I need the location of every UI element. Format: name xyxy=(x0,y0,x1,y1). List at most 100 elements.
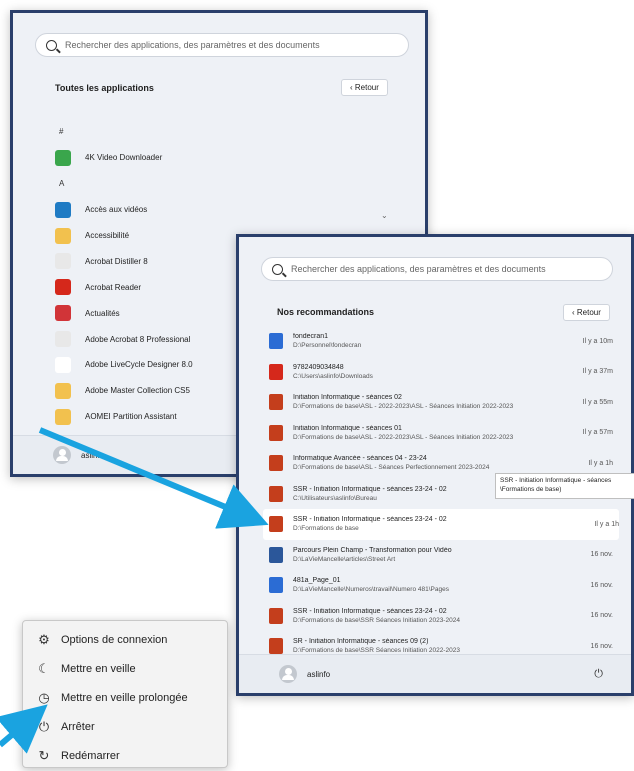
acrobat-reader-icon xyxy=(55,279,71,296)
app-label: 4K Video Downloader xyxy=(85,153,163,163)
file-path: D:\Personnel\fondecran xyxy=(293,342,362,350)
file-name: 9782409034848 xyxy=(293,363,344,371)
file-name: SSR - Initiation Informatique - séances … xyxy=(293,607,447,615)
back-button[interactable]: ‹ Retour xyxy=(341,79,388,96)
file-name: fondecran1 xyxy=(293,333,329,341)
app-item[interactable]: Accès aux vidéos xyxy=(55,197,415,223)
power-menu-list: ⚙ Options de connexion ☾ Mettre en veille ◷ M… xyxy=(23,621,227,770)
power-menu-item[interactable]: ☾ Mettre en veille xyxy=(23,654,227,683)
gear-icon: ⚙ xyxy=(38,631,50,647)
search-box[interactable]: Rechercher des applications, des paramèt… xyxy=(35,33,409,57)
file-path: D:\LaVieMancelle\articles\Street Art xyxy=(293,555,396,563)
recommendation-item[interactable]: SSR - Initiation Informatique - séances … xyxy=(263,509,619,540)
tooltip-line: \Formations de base) xyxy=(500,485,562,493)
word-file-icon xyxy=(269,546,283,563)
recommendation-item[interactable]: Parcours Plein Champ - Transformation po… xyxy=(269,540,613,571)
file-time: 16 nov. xyxy=(590,612,613,620)
file-time: Il y a 1h xyxy=(594,520,619,528)
file-time: Il y a 55m xyxy=(582,398,613,406)
folder-icon xyxy=(55,227,71,244)
powerpoint-file-icon xyxy=(269,638,283,655)
start-menu-recommendations: Rechercher des applications, des paramèt… xyxy=(236,234,634,696)
app-label: Actualités xyxy=(85,308,120,318)
recommendation-item[interactable]: 9782409034848 C:\Users\aslinfo\Downloads I… xyxy=(269,357,613,388)
file-name: SR - Initiation Informatique - séances 0… xyxy=(293,638,429,646)
recommendation-text: 9782409034848 C:\Users\aslinfo\Downloads xyxy=(293,364,563,380)
back-button[interactable]: ‹ Retour xyxy=(563,304,610,321)
app-item[interactable]: 4K Video Downloader xyxy=(55,145,415,171)
power-menu-label: Mettre en veille xyxy=(61,662,136,675)
folder-icon xyxy=(55,382,71,399)
avatar[interactable] xyxy=(279,665,297,683)
4k-video-downloader-icon xyxy=(55,149,71,166)
file-name: Parcours Plein Champ - Transformation po… xyxy=(293,546,452,554)
recommendation-item[interactable]: SSR - Initiation Informatique - séances … xyxy=(269,601,613,632)
recommendation-item[interactable]: Initiation Informatique - séances 02 D:\F… xyxy=(269,387,613,418)
recommendation-item[interactable]: Initiation Informatique - séances 01 D:\F… xyxy=(269,418,613,449)
search-placeholder: Rechercher des applications, des paramèt… xyxy=(65,40,320,50)
file-time: Il y a 57m xyxy=(582,429,613,437)
recommendation-text: 481a_Page_01 D:\LaVieMancelle\Numeros\tra… xyxy=(293,577,563,593)
app-label: Acrobat Distiller 8 xyxy=(85,256,148,266)
app-label: Acrobat Reader xyxy=(85,282,142,292)
app-label: Adobe LiveCycle Designer 8.0 xyxy=(85,360,193,370)
powerpoint-file-icon xyxy=(269,394,283,411)
recommendation-text: SSR - Initiation Informatique - séances … xyxy=(293,608,563,624)
letter-header[interactable]: # xyxy=(55,119,415,145)
file-time: Il y a 1h xyxy=(588,459,613,467)
letter-header[interactable]: A xyxy=(55,171,415,197)
powerpoint-file-icon xyxy=(269,607,283,624)
image-file-icon xyxy=(269,333,283,350)
file-path: D:\Formations de base\ASL - 2022-2023\AS… xyxy=(293,433,514,441)
file-path: D:\Formations de base\ASL - 2022-2023\AS… xyxy=(293,403,514,411)
file-name: Initiation Informatique - séances 01 xyxy=(293,424,402,432)
file-time: Il y a 10m xyxy=(582,337,613,345)
file-name: SSR - Initiation Informatique - séances … xyxy=(293,516,447,524)
power-menu-item[interactable]: ↻ Redémarrer xyxy=(23,741,227,770)
file-name: Informatique Avancée - séances 04 - 23-2… xyxy=(293,455,427,463)
user-name[interactable]: aslinfo xyxy=(307,670,330,679)
file-path: D:\Formations de base\SSR Séances Initia… xyxy=(293,616,460,624)
file-path: D:\LaVieMancelle\Numeros\travail\Numero … xyxy=(293,586,449,594)
power-menu: ⚙ Options de connexion ☾ Mettre en veille ◷ M… xyxy=(22,620,228,768)
pdf-file-icon xyxy=(269,363,283,380)
moon-icon: ☾ xyxy=(38,660,50,676)
powerpoint-file-icon xyxy=(269,516,283,533)
app-label: Accès aux vidéos xyxy=(85,205,148,215)
recommendation-text: SSR - Initiation Informatique - séances … xyxy=(293,516,569,532)
scroll-chevron-icon[interactable]: ⌄ xyxy=(381,211,388,220)
file-path: D:\Formations de base xyxy=(293,525,359,533)
recommendation-item[interactable]: 481a_Page_01 D:\LaVieMancelle\Numeros\tra… xyxy=(269,570,613,601)
power-menu-item[interactable]: ⚙ Options de connexion xyxy=(23,625,227,654)
power-menu-item[interactable]: ◷ Mettre en veille prolongée xyxy=(23,683,227,712)
search-icon xyxy=(272,263,283,275)
recommendation-text: Initiation Informatique - séances 01 D:\F… xyxy=(293,425,563,441)
tooltip: SSR - Initiation Informatique - séances … xyxy=(495,473,634,499)
file-name: 481a_Page_01 xyxy=(293,577,341,585)
avatar[interactable] xyxy=(53,446,71,464)
file-path: C:\Users\aslinfo\Downloads xyxy=(293,372,373,380)
powerpoint-file-icon xyxy=(269,455,283,472)
power-menu-label: Redémarrer xyxy=(61,749,120,762)
recommendation-text: SR - Initiation Informatique - séances 0… xyxy=(293,638,563,654)
file-time: 16 nov. xyxy=(590,581,613,589)
power-icon[interactable]: ⏻ xyxy=(594,668,603,681)
recommendation-text: Informatique Avancée - séances 04 - 23-2… xyxy=(293,455,563,471)
user-name[interactable]: aslinfo xyxy=(81,451,104,460)
back-button-label: Retour xyxy=(354,83,379,92)
search-box[interactable]: Rechercher des applications, des paramèt… xyxy=(261,257,613,281)
file-time: 16 nov. xyxy=(590,551,613,559)
recommendation-item[interactable]: fondecran1 D:\Personnel\fondecran Il y a 1… xyxy=(269,326,613,357)
restart-icon: ↻ xyxy=(38,747,50,763)
acrobat-pro-icon xyxy=(55,331,71,348)
news-icon xyxy=(55,305,71,322)
recommendation-text: Parcours Plein Champ - Transformation po… xyxy=(293,547,563,563)
power-menu-item[interactable]: ⏻ Arrêter xyxy=(23,712,227,741)
folder-icon xyxy=(55,408,71,425)
livecycle-icon xyxy=(55,356,71,373)
powerpoint-file-icon xyxy=(269,485,283,502)
recommendation-text: Initiation Informatique - séances 02 D:\F… xyxy=(293,394,563,410)
power-menu-label: Options de connexion xyxy=(61,633,168,646)
recommendation-text: fondecran1 D:\Personnel\fondecran xyxy=(293,333,563,349)
user-bar: aslinfo ⏻ xyxy=(239,654,631,693)
